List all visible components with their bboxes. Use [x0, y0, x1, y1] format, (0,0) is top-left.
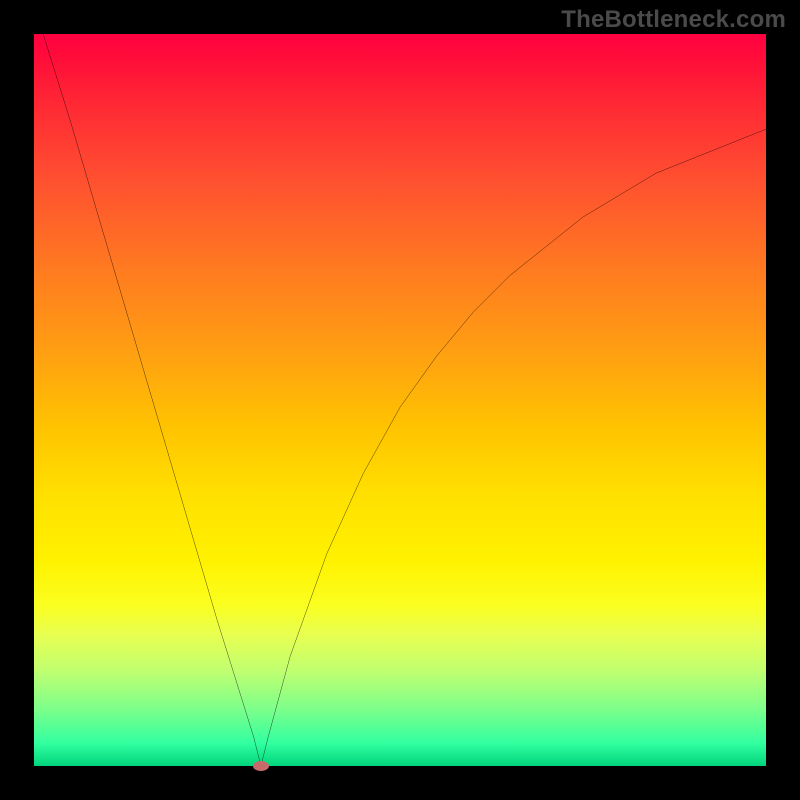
optimum-marker — [253, 761, 269, 771]
chart-frame: TheBottleneck.com — [0, 0, 800, 800]
watermark-text: TheBottleneck.com — [561, 6, 786, 34]
curve-svg — [34, 34, 766, 766]
bottleneck-curve-path — [34, 34, 766, 766]
plot-area — [34, 34, 766, 766]
